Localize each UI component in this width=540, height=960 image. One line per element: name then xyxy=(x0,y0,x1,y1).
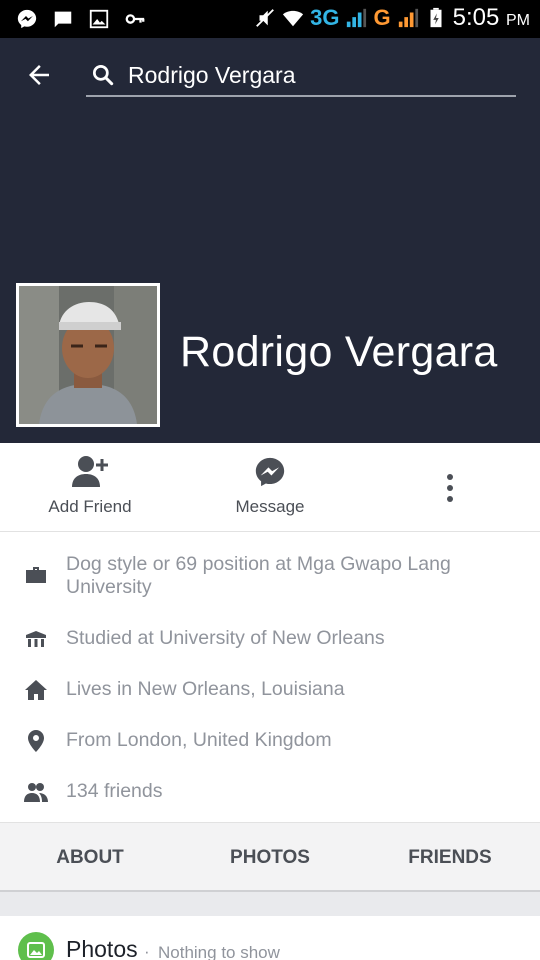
add-friend-button[interactable]: Add Friend xyxy=(30,455,150,517)
from-text: From London, United Kingdom xyxy=(66,729,332,751)
lives-text: Lives in New Orleans, Louisiana xyxy=(66,678,345,700)
back-button[interactable] xyxy=(24,60,60,90)
tab-photos[interactable]: PHOTOS xyxy=(200,823,340,893)
profile-actions: Add Friend Message xyxy=(0,443,540,532)
more-options-button[interactable] xyxy=(432,473,468,511)
search-icon xyxy=(92,64,114,86)
section-divider xyxy=(0,892,540,916)
message-button[interactable]: Message xyxy=(210,455,330,517)
photos-section[interactable]: Photos · Nothing to show xyxy=(0,916,540,960)
add-friend-label: Add Friend xyxy=(48,497,132,516)
search-bar[interactable] xyxy=(86,55,516,97)
profile-intro: Dog style or 69 position at Mga Gwapo La… xyxy=(0,532,540,822)
tab-friends[interactable]: FRIENDS xyxy=(380,823,520,893)
photo-glyph-icon xyxy=(27,942,45,958)
tab-about[interactable]: ABOUT xyxy=(20,823,160,893)
photos-title-text: Photos xyxy=(66,936,138,960)
cover-photo: Rodrigo Vergara xyxy=(0,38,540,443)
school-icon xyxy=(26,631,46,647)
work-text: Dog style or 69 position at Mga Gwapo La… xyxy=(66,553,451,598)
friends-count-text: 134 friends xyxy=(66,780,163,802)
signal-icon xyxy=(398,8,418,28)
message-label: Message xyxy=(235,497,305,516)
system-icons: 3G G 5:05 PM xyxy=(254,4,530,32)
messenger-icon xyxy=(255,457,285,487)
time-value: 5:05 xyxy=(452,4,500,31)
profile-name: Rodrigo Vergara xyxy=(180,328,498,376)
image-icon xyxy=(89,9,109,29)
messenger-icon xyxy=(17,9,37,29)
photos-title: Photos · xyxy=(66,936,150,960)
network-3g-label: 3G xyxy=(310,5,340,30)
education-text: Studied at University of New Orleans xyxy=(66,627,385,649)
photos-icon xyxy=(18,932,54,960)
profile-photo xyxy=(19,286,157,424)
time-ampm: PM xyxy=(506,12,530,29)
location-pin-icon xyxy=(28,730,44,752)
notification-icons xyxy=(16,8,146,30)
key-icon xyxy=(125,14,145,24)
friends-icon xyxy=(24,783,48,802)
search-input[interactable] xyxy=(128,61,508,89)
briefcase-icon xyxy=(26,567,46,583)
message-icon xyxy=(54,11,72,28)
battery-icon xyxy=(430,7,442,28)
photos-separator: · xyxy=(144,942,150,960)
add-friend-icon xyxy=(72,456,108,487)
back-arrow-icon xyxy=(29,65,49,85)
home-icon xyxy=(25,680,47,700)
network-g-label: G xyxy=(373,5,391,30)
status-time: 5:05 PM xyxy=(453,4,530,32)
more-vertical-icon xyxy=(447,474,453,502)
signal-icon xyxy=(347,8,367,28)
profile-picture[interactable] xyxy=(16,283,160,427)
status-bar: 3G G 5:05 PM xyxy=(0,0,540,38)
photos-subtitle: Nothing to show xyxy=(158,943,280,960)
profile-tabs: ABOUT PHOTOS FRIENDS xyxy=(0,822,540,892)
wifi-icon xyxy=(283,10,304,27)
mute-icon xyxy=(256,9,275,27)
